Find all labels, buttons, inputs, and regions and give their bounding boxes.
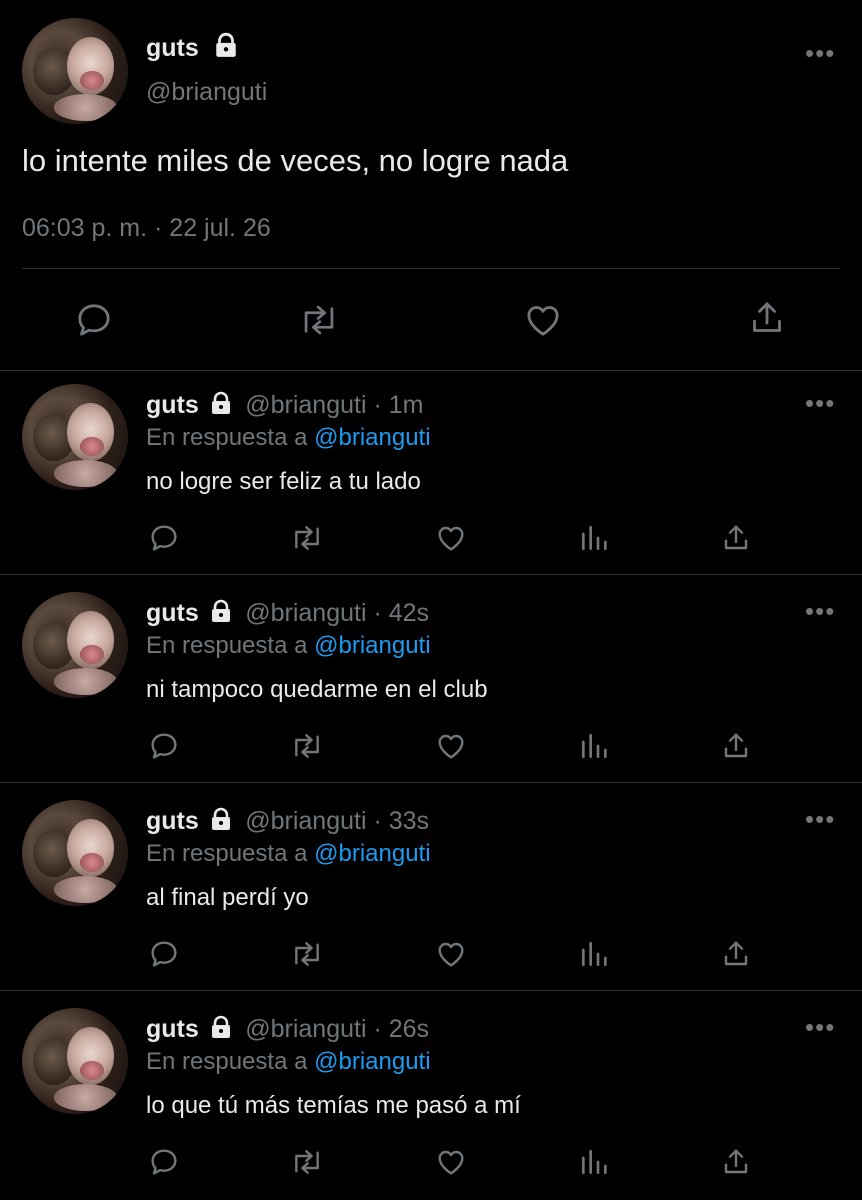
reply-to-link[interactable]: @brianguti <box>314 424 430 451</box>
share-icon[interactable] <box>720 522 752 554</box>
reply-header: guts @brianguti · 1m <box>146 391 423 420</box>
author-name[interactable]: guts <box>146 807 199 835</box>
more-options-button[interactable]: ••• <box>805 1014 835 1040</box>
share-icon[interactable] <box>720 730 752 762</box>
share-icon[interactable] <box>747 298 787 338</box>
retweet-icon[interactable] <box>289 522 325 554</box>
reply-header: guts @brianguti · 42s <box>146 599 429 628</box>
retweet-icon[interactable] <box>289 938 325 970</box>
like-icon[interactable] <box>435 730 467 762</box>
divider <box>0 990 862 991</box>
author-handle-time[interactable]: @brianguti · 1m <box>245 391 423 419</box>
avatar[interactable] <box>22 592 128 698</box>
retweet-icon[interactable] <box>289 730 325 762</box>
tweet-text: no logre ser feliz a tu lado <box>146 468 421 495</box>
divider <box>22 268 840 269</box>
tweet-timestamp[interactable]: 06:03 p. m. · 22 jul. 26 <box>22 214 271 243</box>
more-options-button[interactable]: ••• <box>805 806 835 832</box>
like-icon[interactable] <box>435 1146 467 1178</box>
more-options-button[interactable]: ••• <box>805 40 835 66</box>
divider <box>0 574 862 575</box>
reply-prefix: En respuesta a <box>146 1048 308 1075</box>
reply-to-link[interactable]: @brianguti <box>314 1048 430 1075</box>
reply-header: guts @brianguti · 33s <box>146 807 429 836</box>
reply-prefix: En respuesta a <box>146 424 308 451</box>
tweet-text: ni tampoco quedarme en el club <box>146 676 488 703</box>
analytics-icon[interactable] <box>578 1146 610 1178</box>
reply-icon[interactable] <box>148 522 180 554</box>
reply-to-link[interactable]: @brianguti <box>314 840 430 867</box>
more-options-button[interactable]: ••• <box>805 390 835 416</box>
reply-icon[interactable] <box>74 300 114 340</box>
author-handle[interactable]: @brianguti <box>146 78 267 107</box>
tweet-text: lo que tú más temías me pasó a mí <box>146 1092 521 1119</box>
divider <box>0 782 862 783</box>
author-name[interactable]: guts <box>146 1015 199 1043</box>
like-icon[interactable] <box>435 522 467 554</box>
avatar[interactable] <box>22 1008 128 1114</box>
like-icon[interactable] <box>435 938 467 970</box>
author-handle-time[interactable]: @brianguti · 42s <box>245 599 429 627</box>
lock-icon <box>209 807 233 836</box>
main-tweet-author[interactable]: guts <box>146 32 239 63</box>
analytics-icon[interactable] <box>578 938 610 970</box>
share-icon[interactable] <box>720 1146 752 1178</box>
reply-context: En respuesta a @brianguti <box>146 632 431 660</box>
avatar[interactable] <box>22 384 128 490</box>
reply-to-link[interactable]: @brianguti <box>314 632 430 659</box>
avatar[interactable] <box>22 800 128 906</box>
reply-context: En respuesta a @brianguti <box>146 1048 431 1076</box>
retweet-icon[interactable] <box>289 1146 325 1178</box>
reply-icon[interactable] <box>148 938 180 970</box>
reply-prefix: En respuesta a <box>146 840 308 867</box>
author-name[interactable]: guts <box>146 391 199 419</box>
analytics-icon[interactable] <box>578 730 610 762</box>
tweet-text: lo intente miles de veces, no logre nada <box>22 143 569 178</box>
divider <box>0 370 862 371</box>
author-handle-time[interactable]: @brianguti · 33s <box>245 807 429 835</box>
reply-prefix: En respuesta a <box>146 632 308 659</box>
reply-header: guts @brianguti · 26s <box>146 1015 429 1044</box>
more-options-button[interactable]: ••• <box>805 598 835 624</box>
author-name[interactable]: guts <box>146 599 199 627</box>
share-icon[interactable] <box>720 938 752 970</box>
lock-icon <box>213 32 239 63</box>
reply-context: En respuesta a @brianguti <box>146 840 431 868</box>
analytics-icon[interactable] <box>578 522 610 554</box>
lock-icon <box>209 599 233 628</box>
lock-icon <box>209 1015 233 1044</box>
author-handle-time[interactable]: @brianguti · 26s <box>245 1015 429 1043</box>
author-name[interactable]: guts <box>146 34 199 62</box>
retweet-icon[interactable] <box>298 300 340 340</box>
like-icon[interactable] <box>523 300 563 340</box>
reply-icon[interactable] <box>148 1146 180 1178</box>
avatar[interactable] <box>22 18 128 124</box>
tweet-text: al final perdí yo <box>146 884 309 911</box>
reply-context: En respuesta a @brianguti <box>146 424 431 452</box>
reply-icon[interactable] <box>148 730 180 762</box>
lock-icon <box>209 391 233 420</box>
